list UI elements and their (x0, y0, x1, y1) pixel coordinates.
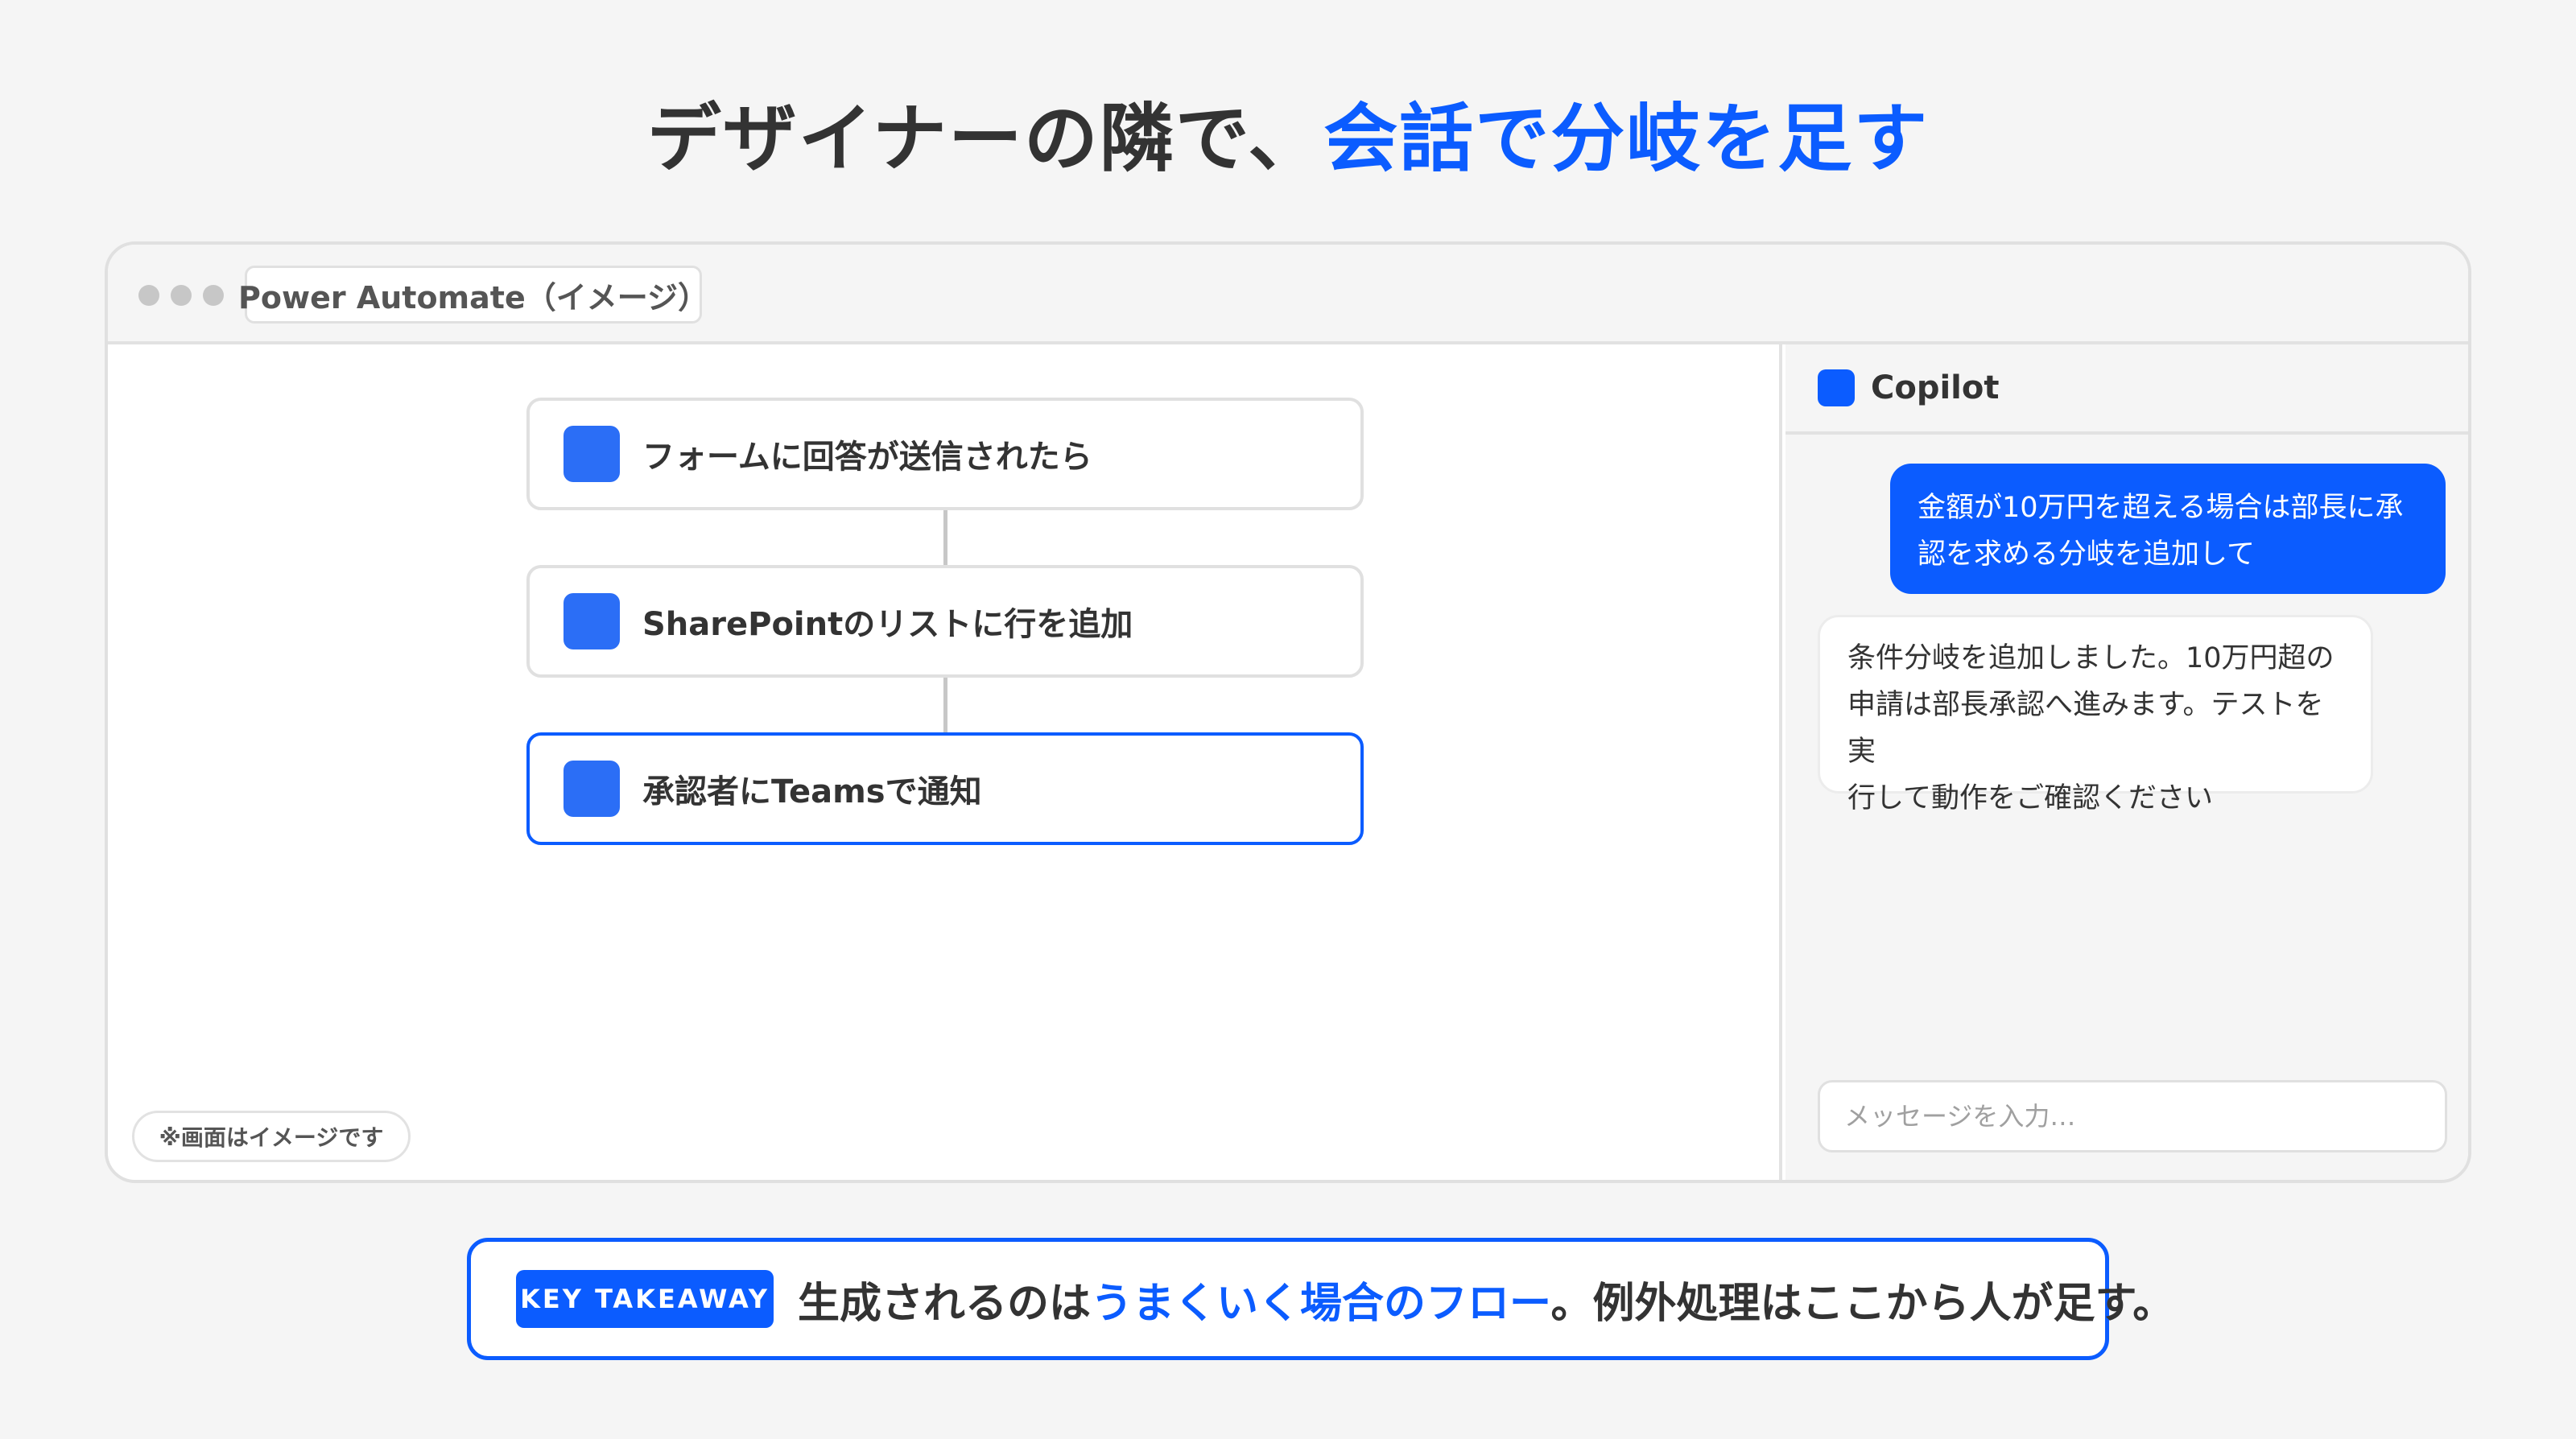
window-dot-icon[interactable] (203, 285, 224, 306)
slide: デザイナーの隣で、会話で分岐を足す Power Automate（イメージ） フ… (0, 0, 2576, 1439)
window-titlebar: Power Automate（イメージ） (108, 245, 2468, 344)
copilot-message: 条件分岐を追加しました。10万円超の 申請は部長承認へ進みます。テストを実 行し… (1818, 615, 2373, 814)
action-icon (564, 761, 620, 817)
trigger-icon (564, 426, 620, 482)
key-takeaway: KEY TAKEAWAY 生成されるのはうまくいく場合のフロー。例外処理はここか… (467, 1238, 2174, 1360)
flow-step-label: フォームに回答が送信されたら (642, 439, 1092, 476)
image-note: ※画面はイメージです (132, 1111, 411, 1162)
copilot-header: Copilot (1785, 344, 2468, 435)
window-dot-icon[interactable] (138, 285, 159, 306)
action-icon (564, 593, 620, 649)
flow-step-sharepoint[interactable]: SharePointのリストに行を追加 (526, 565, 1364, 678)
app-window: Power Automate（イメージ） フォームに回答が送信されたら Shar… (105, 241, 2471, 1183)
user-message: 金額が10万円を超える場合は部長に承 認を求める分岐を追加して (1890, 464, 2446, 594)
copilot-icon (1818, 369, 1855, 406)
takeaway-text-accent: うまくいく場合のフロー (1091, 1279, 1551, 1328)
window-tab[interactable]: Power Automate（イメージ） (238, 266, 708, 324)
flow-step-label: SharePointのリストに行を追加 (642, 606, 1133, 643)
title-part-plain: デザイナーの隣で、 (646, 96, 1324, 182)
takeaway-text-part: 生成されるのは (798, 1279, 1092, 1328)
flow-connector (943, 510, 947, 565)
user-message-line: 認を求める分岐を追加して (1918, 538, 2255, 571)
user-message-line: 金額が10万円を超える場合は部長に承 (1918, 492, 2404, 524)
takeaway-text-part: 。例外処理はここから人が足す。 (1550, 1279, 2175, 1328)
copilot-title: Copilot (1871, 369, 2000, 406)
flow-step-label: 承認者にTeamsで通知 (642, 773, 982, 810)
message-input[interactable] (1818, 1080, 2447, 1152)
flow-canvas: フォームに回答が送信されたら SharePointのリストに行を追加 承認者にT… (108, 344, 1782, 1180)
takeaway-badge: KEY TAKEAWAY (516, 1270, 774, 1328)
copilot-panel: Copilot 金額が10万円を超える場合は部長に承 認を求める分岐を追加して … (1785, 344, 2468, 1180)
takeaway-text: 生成されるのはうまくいく場合のフロー。例外処理はここから人が足す。 (798, 1269, 2174, 1330)
flow-step-trigger[interactable]: フォームに回答が送信されたら (526, 398, 1364, 510)
page-title: デザイナーの隣で、会話で分岐を足す (0, 95, 2576, 183)
flow-step-teams[interactable]: 承認者にTeamsで通知 (526, 732, 1364, 845)
flow-connector (943, 678, 947, 732)
title-part-accent: 会話で分岐を足す (1323, 96, 1930, 182)
window-dot-icon[interactable] (171, 285, 192, 306)
copilot-message-line: 条件分岐を追加しました。10万円超の (1847, 642, 2334, 674)
copilot-message-line: 申請は部長承認へ進みます。テストを実 (1847, 689, 2324, 768)
copilot-message-line: 行して動作をご確認ください (1847, 782, 2213, 814)
